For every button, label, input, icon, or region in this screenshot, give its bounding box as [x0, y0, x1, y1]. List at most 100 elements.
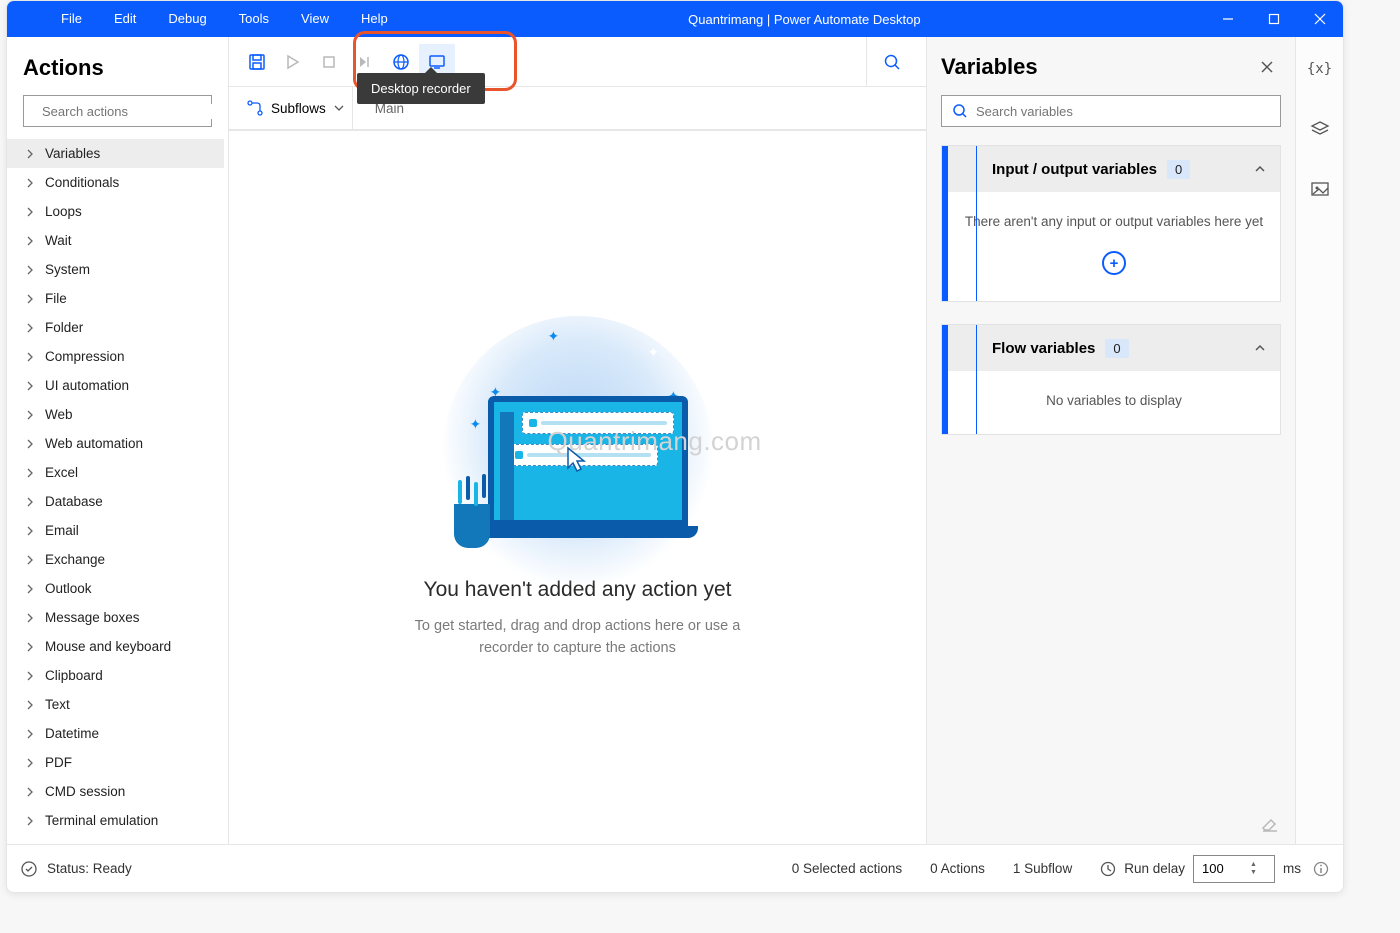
titlebar: FileEditDebugToolsViewHelp Quantrimang |… — [7, 1, 1343, 37]
menu-view[interactable]: View — [285, 1, 345, 37]
chevron-right-icon — [25, 642, 35, 652]
card-header[interactable]: Flow variables 0 — [942, 325, 1280, 371]
chevron-up-icon — [1254, 163, 1266, 175]
card-title: Input / output variables — [962, 161, 1157, 178]
right-panel: Variables Input / output variables 0 There… — [927, 37, 1343, 844]
rail-layers-button[interactable] — [1304, 113, 1336, 145]
window-controls — [1205, 1, 1343, 37]
subflows-label: Subflows — [271, 101, 326, 116]
action-category-web[interactable]: Web — [7, 400, 224, 429]
actions-panel: Actions VariablesConditionalsLoopsWaitSy… — [7, 37, 229, 844]
chevron-right-icon — [25, 178, 35, 188]
menu-file[interactable]: File — [45, 1, 98, 37]
chevron-right-icon — [25, 613, 35, 623]
variables-title: Variables — [941, 54, 1253, 80]
action-category-wait[interactable]: Wait — [7, 226, 224, 255]
window-title: Quantrimang | Power Automate Desktop — [404, 12, 1205, 27]
editor-search-button[interactable] — [866, 37, 916, 86]
action-category-mouse-and-keyboard[interactable]: Mouse and keyboard — [7, 632, 224, 661]
rail-images-button[interactable] — [1304, 173, 1336, 205]
search-actions-input[interactable] — [23, 95, 212, 127]
info-icon[interactable] — [1313, 861, 1329, 877]
app-window: FileEditDebugToolsViewHelp Quantrimang |… — [6, 0, 1344, 893]
chevron-right-icon — [25, 497, 35, 507]
action-category-system[interactable]: System — [7, 255, 224, 284]
search-variables-input[interactable] — [941, 95, 1281, 127]
minimize-button[interactable] — [1205, 1, 1251, 37]
stop-button[interactable] — [311, 44, 347, 80]
close-button[interactable] — [1297, 1, 1343, 37]
menu-help[interactable]: Help — [345, 1, 404, 37]
chevron-right-icon — [25, 468, 35, 478]
action-category-conditionals[interactable]: Conditionals — [7, 168, 224, 197]
chevron-right-icon — [25, 787, 35, 797]
action-category-file[interactable]: File — [7, 284, 224, 313]
run-delay-field[interactable] — [1202, 861, 1250, 876]
status-bar: Status: Ready 0 Selected actions 0 Actio… — [7, 844, 1343, 892]
action-category-compression[interactable]: Compression — [7, 342, 224, 371]
action-category-terminal-emulation[interactable]: Terminal emulation — [7, 806, 224, 835]
add-variable-button[interactable]: + — [1102, 251, 1126, 275]
rail-variables-button[interactable]: {x} — [1304, 53, 1336, 85]
card-title: Flow variables — [962, 340, 1095, 357]
count-badge: 0 — [1167, 160, 1190, 179]
toolbar — [229, 37, 926, 87]
action-category-email[interactable]: Email — [7, 516, 224, 545]
chevron-right-icon — [25, 207, 35, 217]
action-category-database[interactable]: Database — [7, 487, 224, 516]
chevron-right-icon — [25, 729, 35, 739]
chevron-right-icon — [25, 149, 35, 159]
chevron-right-icon — [25, 352, 35, 362]
action-category-loops[interactable]: Loops — [7, 197, 224, 226]
status-actions-count: 0 Actions — [930, 861, 985, 876]
count-badge: 0 — [1105, 339, 1128, 358]
menu-tools[interactable]: Tools — [223, 1, 285, 37]
chevron-right-icon — [25, 439, 35, 449]
action-category-datetime[interactable]: Datetime — [7, 719, 224, 748]
subflows-button[interactable]: Subflows — [239, 87, 353, 129]
search-icon — [952, 103, 968, 119]
action-category-variables[interactable]: Variables — [7, 139, 224, 168]
run-delay-input[interactable]: ▲▼ — [1193, 855, 1275, 883]
editor-panel: Subflows Main Desktop recorder ✦ ✦ ✦ ✦ ✦ — [229, 37, 927, 844]
save-button[interactable] — [239, 44, 275, 80]
menu-edit[interactable]: Edit — [98, 1, 152, 37]
action-category-excel[interactable]: Excel — [7, 458, 224, 487]
action-category-clipboard[interactable]: Clipboard — [7, 661, 224, 690]
action-category-cmd-session[interactable]: CMD session — [7, 777, 224, 806]
action-category-pdf[interactable]: PDF — [7, 748, 224, 777]
run-delay-label: Run delay — [1124, 861, 1185, 876]
search-variables-field[interactable] — [976, 104, 1270, 119]
clock-icon — [1100, 861, 1116, 877]
chevron-right-icon — [25, 555, 35, 565]
close-variables-button[interactable] — [1253, 53, 1281, 81]
flow-icon — [247, 100, 263, 116]
card-body: There aren't any input or output variabl… — [942, 192, 1280, 301]
chevron-right-icon — [25, 265, 35, 275]
menu-debug[interactable]: Debug — [152, 1, 222, 37]
chevron-right-icon — [25, 526, 35, 536]
chevron-right-icon — [25, 700, 35, 710]
chevron-right-icon — [25, 323, 35, 333]
chevron-down-icon — [334, 103, 344, 113]
card-header[interactable]: Input / output variables 0 — [942, 146, 1280, 192]
action-category-exchange[interactable]: Exchange — [7, 545, 224, 574]
actions-tree[interactable]: VariablesConditionalsLoopsWaitSystemFile… — [7, 139, 228, 844]
action-category-ui-automation[interactable]: UI automation — [7, 371, 224, 400]
spin-buttons[interactable]: ▲▼ — [1250, 861, 1257, 877]
action-category-web-automation[interactable]: Web automation — [7, 429, 224, 458]
maximize-button[interactable] — [1251, 1, 1297, 37]
action-category-text[interactable]: Text — [7, 690, 224, 719]
action-category-outlook[interactable]: Outlook — [7, 574, 224, 603]
action-category-folder[interactable]: Folder — [7, 313, 224, 342]
chevron-right-icon — [25, 410, 35, 420]
action-category-message-boxes[interactable]: Message boxes — [7, 603, 224, 632]
variables-panel: Variables Input / output variables 0 There… — [927, 37, 1295, 844]
right-rail: {x} — [1295, 37, 1343, 844]
chevron-right-icon — [25, 816, 35, 826]
eraser-icon[interactable] — [1259, 814, 1279, 834]
editor-stage[interactable]: ✦ ✦ ✦ ✦ ✦ Quantrimang.co — [229, 131, 926, 844]
run-button[interactable] — [275, 44, 311, 80]
actions-panel-title: Actions — [7, 37, 228, 95]
search-actions-field[interactable] — [42, 104, 218, 119]
